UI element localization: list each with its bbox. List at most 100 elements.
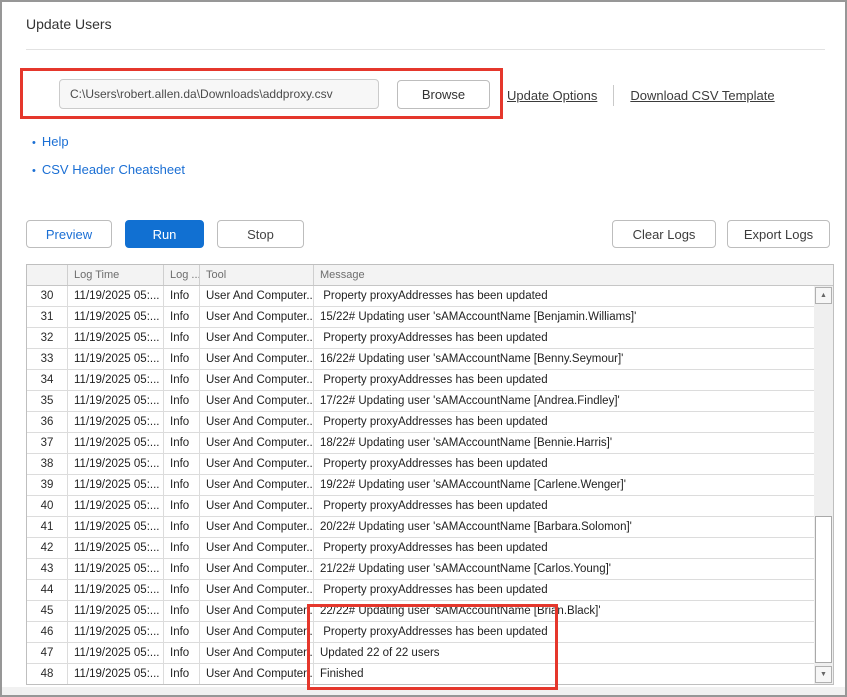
cell-num: 42 (27, 538, 68, 558)
cell-time: 11/19/2025 05:... (68, 286, 164, 306)
table-row[interactable]: 4311/19/2025 05:...InfoUser And Computer… (27, 559, 833, 580)
cell-time: 11/19/2025 05:... (68, 475, 164, 495)
table-row[interactable]: 3411/19/2025 05:...InfoUser And Computer… (27, 370, 833, 391)
cell-num: 31 (27, 307, 68, 327)
cell-message: 19/22# Updating user 'sAMAccountName [Ca… (314, 475, 833, 495)
table-row[interactable]: 3211/19/2025 05:...InfoUser And Computer… (27, 328, 833, 349)
cell-tool: User And Computer... (200, 475, 314, 495)
table-row[interactable]: 3311/19/2025 05:...InfoUser And Computer… (27, 349, 833, 370)
cell-message: 15/22# Updating user 'sAMAccountName [Be… (314, 307, 833, 327)
scroll-up-icon[interactable]: ▲ (815, 287, 832, 304)
cell-message: 20/22# Updating user 'sAMAccountName [Ba… (314, 517, 833, 537)
column-header-log-time[interactable]: Log Time (68, 265, 164, 285)
table-row[interactable]: 4111/19/2025 05:...InfoUser And Computer… (27, 517, 833, 538)
cell-time: 11/19/2025 05:... (68, 517, 164, 537)
cell-message: 17/22# Updating user 'sAMAccountName [An… (314, 391, 833, 411)
table-row[interactable]: 3711/19/2025 05:...InfoUser And Computer… (27, 433, 833, 454)
cell-tool: User And Computer... (200, 307, 314, 327)
cell-level: Info (164, 517, 200, 537)
cell-message: Property proxyAddresses has been updated (314, 454, 833, 474)
cell-time: 11/19/2025 05:... (68, 643, 164, 663)
table-row[interactable]: 4611/19/2025 05:...InfoUser And Computer… (27, 622, 833, 643)
cell-level: Info (164, 454, 200, 474)
cell-message: 16/22# Updating user 'sAMAccountName [Be… (314, 349, 833, 369)
cell-tool: User And Computer... (200, 286, 314, 306)
cell-tool: User And Computer... (200, 391, 314, 411)
cell-num: 36 (27, 412, 68, 432)
cell-num: 39 (27, 475, 68, 495)
table-row[interactable]: 3811/19/2025 05:...InfoUser And Computer… (27, 454, 833, 475)
cell-num: 44 (27, 580, 68, 600)
cell-time: 11/19/2025 05:... (68, 391, 164, 411)
cell-tool: User And Computer... (200, 517, 314, 537)
table-row[interactable]: 3011/19/2025 05:...InfoUser And Computer… (27, 286, 833, 307)
table-row[interactable]: 4011/19/2025 05:...InfoUser And Computer… (27, 496, 833, 517)
cell-num: 47 (27, 643, 68, 663)
vertical-scrollbar[interactable]: ▲ ▼ (814, 286, 833, 684)
cell-message: Property proxyAddresses has been updated (314, 622, 833, 642)
scroll-down-icon[interactable]: ▼ (815, 666, 832, 683)
cell-num: 46 (27, 622, 68, 642)
cell-num: 38 (27, 454, 68, 474)
cell-message: 22/22# Updating user 'sAMAccountName [Br… (314, 601, 833, 621)
cell-tool: User And Computer... (200, 370, 314, 390)
cell-time: 11/19/2025 05:... (68, 559, 164, 579)
cell-message: Finished (314, 664, 833, 684)
cell-num: 41 (27, 517, 68, 537)
cell-message: 21/22# Updating user 'sAMAccountName [Ca… (314, 559, 833, 579)
cell-message: Property proxyAddresses has been updated (314, 496, 833, 516)
table-row[interactable]: 4811/19/2025 05:...InfoUser And Computer… (27, 664, 833, 685)
table-row[interactable]: 3611/19/2025 05:...InfoUser And Computer… (27, 412, 833, 433)
cell-time: 11/19/2025 05:... (68, 433, 164, 453)
download-csv-template-link[interactable]: Download CSV Template (630, 88, 774, 103)
cell-tool: User And Computer... (200, 622, 314, 642)
links-divider (613, 85, 614, 106)
run-button[interactable]: Run (125, 220, 204, 248)
table-row[interactable]: 4211/19/2025 05:...InfoUser And Computer… (27, 538, 833, 559)
browse-button[interactable]: Browse (397, 80, 490, 109)
cell-message: Property proxyAddresses has been updated (314, 328, 833, 348)
cell-time: 11/19/2025 05:... (68, 580, 164, 600)
bullet-icon: • (32, 165, 36, 177)
column-header-rownum[interactable] (27, 265, 68, 285)
table-row[interactable]: 4511/19/2025 05:...InfoUser And Computer… (27, 601, 833, 622)
help-links: •Help • CSV Header Cheatsheet (32, 134, 185, 190)
cell-tool: User And Computer... (200, 433, 314, 453)
table-row[interactable]: 3911/19/2025 05:...InfoUser And Computer… (27, 475, 833, 496)
cell-time: 11/19/2025 05:... (68, 454, 164, 474)
preview-button[interactable]: Preview (26, 220, 112, 248)
cell-level: Info (164, 370, 200, 390)
cell-tool: User And Computer... (200, 664, 314, 684)
column-header-tool[interactable]: Tool (200, 265, 314, 285)
column-header-log-level[interactable]: Log ... (164, 265, 200, 285)
page-title: Update Users (26, 16, 112, 32)
cell-tool: User And Computer... (200, 496, 314, 516)
cell-message: Property proxyAddresses has been updated (314, 412, 833, 432)
csv-file-path-input[interactable] (59, 79, 379, 109)
csv-header-cheatsheet-link[interactable]: • CSV Header Cheatsheet (32, 162, 185, 177)
cell-level: Info (164, 664, 200, 684)
table-row[interactable]: 3511/19/2025 05:...InfoUser And Computer… (27, 391, 833, 412)
table-row[interactable]: 4411/19/2025 05:...InfoUser And Computer… (27, 580, 833, 601)
scrollbar-thumb[interactable] (815, 516, 832, 663)
cheatsheet-link-label: CSV Header Cheatsheet (42, 162, 185, 177)
help-link[interactable]: •Help (32, 134, 185, 149)
cell-num: 33 (27, 349, 68, 369)
cell-time: 11/19/2025 05:... (68, 328, 164, 348)
clear-logs-button[interactable]: Clear Logs (612, 220, 716, 248)
column-header-message[interactable]: Message (314, 265, 833, 285)
title-divider (26, 49, 825, 50)
stop-button[interactable]: Stop (217, 220, 304, 248)
update-options-link[interactable]: Update Options (507, 88, 597, 103)
cell-tool: User And Computer... (200, 538, 314, 558)
cell-level: Info (164, 622, 200, 642)
table-row[interactable]: 3111/19/2025 05:...InfoUser And Computer… (27, 307, 833, 328)
cell-tool: User And Computer... (200, 643, 314, 663)
export-logs-button[interactable]: Export Logs (727, 220, 830, 248)
cell-tool: User And Computer... (200, 412, 314, 432)
cell-message: Updated 22 of 22 users (314, 643, 833, 663)
cell-num: 37 (27, 433, 68, 453)
cell-message: Property proxyAddresses has been updated (314, 538, 833, 558)
help-link-label: Help (42, 134, 69, 149)
table-row[interactable]: 4711/19/2025 05:...InfoUser And Computer… (27, 643, 833, 664)
